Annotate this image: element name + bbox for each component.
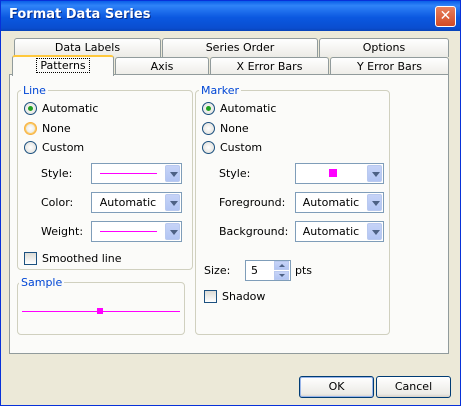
checkbox-icon <box>204 289 217 303</box>
tab-series-order[interactable]: Series Order <box>162 38 318 57</box>
marker-none-option[interactable]: None <box>202 120 249 136</box>
chevron-down-icon[interactable] <box>367 165 382 182</box>
radio-icon <box>202 140 215 154</box>
marker-custom-label: Custom <box>220 140 263 154</box>
spin-down-icon[interactable] <box>274 271 289 280</box>
marker-foreground-value: Automatic <box>302 196 360 209</box>
line-weight-select[interactable] <box>91 221 182 242</box>
shadow-checkbox[interactable]: Shadow <box>204 288 265 304</box>
line-none-label: None <box>42 121 71 135</box>
marker-group-label: Marker <box>199 84 242 97</box>
marker-foreground-label: Foreground: <box>219 196 286 209</box>
line-custom-option[interactable]: Custom <box>24 139 84 155</box>
line-style-label: Style: <box>41 167 73 180</box>
chevron-down-icon[interactable] <box>367 223 382 240</box>
marker-style-select[interactable] <box>295 163 384 184</box>
marker-style-label: Style: <box>219 167 251 180</box>
line-color-value: Automatic <box>99 196 157 209</box>
line-none-option[interactable]: None <box>24 120 71 136</box>
marker-custom-option[interactable]: Custom <box>202 139 262 155</box>
tab-patterns[interactable]: Patterns <box>12 55 114 76</box>
marker-automatic-label: Automatic <box>220 101 277 115</box>
marker-size-spinner[interactable]: 5 <box>245 260 291 281</box>
smoothed-line-label: Smoothed line <box>42 251 122 265</box>
title-bar[interactable]: Format Data Series ✕ <box>1 1 460 31</box>
spin-up-icon[interactable] <box>274 261 289 270</box>
chevron-down-icon[interactable] <box>165 223 180 240</box>
radio-icon <box>24 101 37 115</box>
line-style-select[interactable] <box>91 163 182 184</box>
marker-foreground-select[interactable]: Automatic <box>295 192 384 213</box>
line-weight-label: Weight: <box>41 225 84 238</box>
line-automatic-option[interactable]: Automatic <box>24 100 98 116</box>
line-custom-label: Custom <box>42 140 85 154</box>
line-color-label: Color: <box>41 196 74 209</box>
tab-options[interactable]: Options <box>319 38 449 57</box>
marker-size-value[interactable]: 5 <box>251 264 258 277</box>
smoothed-line-checkbox[interactable]: Smoothed line <box>24 250 122 266</box>
marker-none-label: None <box>220 121 249 135</box>
line-style-swatch <box>100 173 157 174</box>
chevron-down-icon[interactable] <box>165 165 180 182</box>
line-automatic-label: Automatic <box>42 101 99 115</box>
marker-size-unit: pts <box>295 264 313 277</box>
ok-button[interactable]: OK <box>299 376 374 398</box>
marker-automatic-option[interactable]: Automatic <box>202 100 276 116</box>
chevron-down-icon[interactable] <box>367 194 382 211</box>
sample-group-label: Sample <box>19 276 65 289</box>
tab-patterns-label: Patterns <box>36 58 90 73</box>
line-color-select[interactable]: Automatic <box>91 192 182 213</box>
close-button[interactable]: ✕ <box>435 6 456 27</box>
marker-background-value: Automatic <box>302 225 360 238</box>
line-weight-swatch <box>100 231 157 232</box>
marker-background-label: Background: <box>219 225 289 238</box>
window-title: Format Data Series <box>9 7 151 22</box>
format-data-series-dialog: Format Data Series ✕ Data Labels Series … <box>0 0 461 406</box>
checkbox-icon <box>24 251 37 265</box>
radio-icon <box>202 121 215 135</box>
shadow-label: Shadow <box>222 289 266 303</box>
marker-background-select[interactable]: Automatic <box>295 221 384 242</box>
patterns-panel: Line Automatic None Custom Style: Color:… <box>9 74 449 354</box>
radio-icon <box>24 121 37 135</box>
cancel-button[interactable]: Cancel <box>376 376 451 398</box>
chevron-down-icon[interactable] <box>165 194 180 211</box>
line-group-label: Line <box>21 84 48 97</box>
marker-size-label: Size: <box>204 264 231 277</box>
radio-icon <box>202 101 215 115</box>
radio-icon <box>24 140 37 154</box>
marker-style-swatch <box>329 169 337 177</box>
sample-marker <box>97 308 103 314</box>
